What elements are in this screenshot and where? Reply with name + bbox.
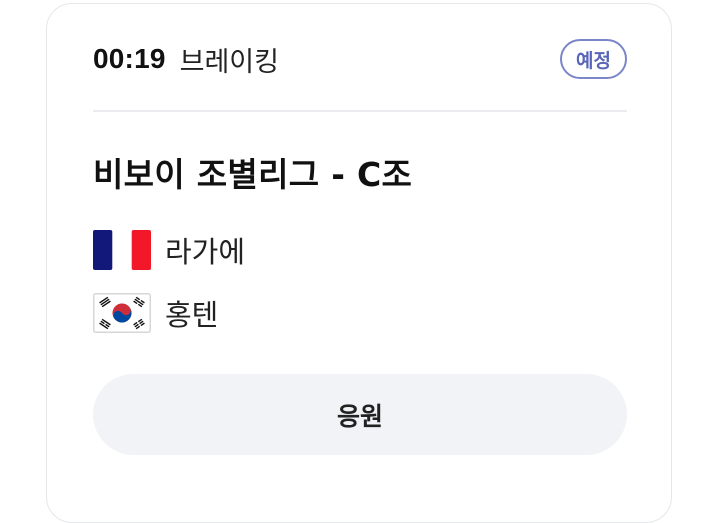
header-divider	[93, 110, 627, 112]
match-time: 00:19	[93, 43, 166, 74]
south-korea-flag-icon	[93, 293, 151, 333]
team-row-1: 라가에	[93, 228, 245, 272]
france-flag-icon	[93, 230, 151, 270]
cheer-button[interactable]: 응원	[93, 374, 627, 455]
match-title: 비보이 조별리그 - C조	[93, 155, 413, 194]
match-header: 00:19 브레이킹 예정	[93, 38, 627, 80]
match-category: 브레이킹	[179, 46, 279, 78]
team-name-1: 라가에	[165, 235, 246, 269]
status-badge: 예정	[560, 39, 627, 79]
team-row-2: 홍텐	[93, 291, 218, 335]
match-card[interactable]: 00:19 브레이킹 예정 비보이 조별리그 - C조 라가에 홍텐 응원	[46, 3, 672, 523]
team-name-2: 홍텐	[165, 298, 219, 332]
